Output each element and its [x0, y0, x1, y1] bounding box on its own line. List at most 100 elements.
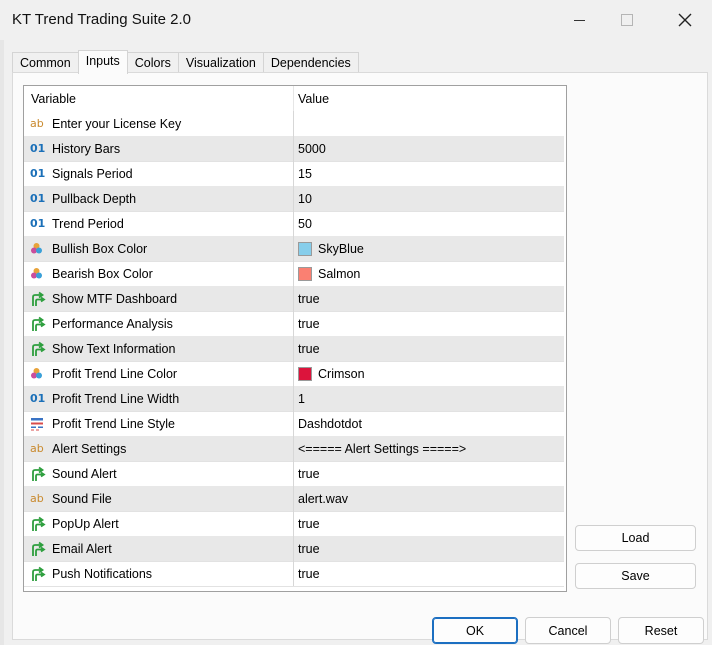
variable-cell[interactable]: ab Sound File — [24, 486, 294, 511]
variable-cell[interactable]: Profit Trend Line Style — [24, 411, 294, 436]
value-cell[interactable]: 5000 — [294, 136, 564, 161]
variable-cell[interactable]: 01 History Bars — [24, 136, 294, 161]
header-value[interactable]: Value — [294, 86, 564, 111]
linestyle-icon — [30, 417, 50, 431]
table-row[interactable]: Show Text Information true — [24, 336, 564, 362]
ok-button[interactable]: OK — [432, 617, 518, 644]
value-cell[interactable]: true — [294, 461, 564, 486]
tab-common[interactable]: Common — [12, 52, 79, 73]
table-row[interactable]: Profit Trend Line Color Crimson — [24, 361, 564, 387]
variable-label: Sound File — [52, 491, 112, 506]
load-button[interactable]: Load — [575, 525, 696, 551]
table-row[interactable]: Performance Analysis true — [24, 311, 564, 337]
value-cell[interactable]: alert.wav — [294, 486, 564, 511]
variable-cell[interactable]: Show Text Information — [24, 336, 294, 361]
value-cell[interactable]: 15 — [294, 161, 564, 186]
value-cell[interactable]: 10 — [294, 186, 564, 211]
bool-icon — [30, 541, 50, 557]
variable-cell[interactable]: 01 Signals Period — [24, 161, 294, 186]
variable-cell[interactable]: PopUp Alert — [24, 511, 294, 536]
table-row[interactable]: 01 Trend Period 50 — [24, 211, 564, 237]
tab-visualization[interactable]: Visualization — [177, 52, 264, 73]
reset-button[interactable]: Reset — [618, 617, 704, 644]
integer-icon: 01 — [30, 167, 46, 180]
value-cell[interactable]: 1 — [294, 386, 564, 411]
close-button[interactable] — [662, 6, 708, 34]
bool-icon — [30, 341, 50, 357]
header-variable[interactable]: Variable — [24, 86, 294, 111]
table-row[interactable]: 01 Profit Trend Line Width 1 — [24, 386, 564, 412]
variable-cell[interactable]: ab Enter your License Key — [24, 111, 294, 136]
variable-label: Sound Alert — [52, 466, 117, 481]
value-cell[interactable]: Salmon — [294, 261, 564, 286]
table-row[interactable]: PopUp Alert true — [24, 511, 564, 537]
table-header: Variable Value — [24, 86, 564, 111]
table-row[interactable]: ab Enter your License Key — [24, 111, 564, 137]
variable-cell[interactable]: Sound Alert — [24, 461, 294, 486]
value-cell[interactable]: Dashdotdot — [294, 411, 564, 436]
table-row[interactable]: 01 History Bars 5000 — [24, 136, 564, 162]
cancel-button[interactable]: Cancel — [525, 617, 611, 644]
value-cell[interactable]: true — [294, 536, 564, 561]
value-cell[interactable]: true — [294, 336, 564, 361]
color-icon — [30, 242, 50, 255]
table-row[interactable]: ab Alert Settings <===== Alert Settings ==… — [24, 436, 564, 462]
bool-icon — [30, 566, 50, 582]
background-window-edge — [0, 0, 4, 645]
table-row[interactable]: 01 Pullback Depth 10 — [24, 186, 564, 212]
variable-label: Push Notifications — [52, 566, 153, 581]
value-text: <===== Alert Settings =====> — [298, 441, 467, 456]
value-text: 1 — [298, 391, 305, 406]
minimize-button[interactable] — [556, 6, 602, 34]
integer-icon: 01 — [30, 217, 46, 230]
value-text: Salmon — [318, 266, 361, 281]
variable-cell[interactable]: Email Alert — [24, 536, 294, 561]
table-row[interactable]: Show MTF Dashboard true — [24, 286, 564, 312]
window-title: KT Trend Trading Suite 2.0 — [12, 11, 191, 28]
value-cell[interactable]: <===== Alert Settings =====> — [294, 436, 564, 461]
table-row[interactable]: 01 Signals Period 15 — [24, 161, 564, 187]
integer-icon: 01 — [30, 142, 46, 155]
value-cell[interactable] — [294, 111, 564, 136]
value-text: true — [298, 516, 320, 531]
tab-dependencies[interactable]: Dependencies — [262, 52, 359, 73]
variable-label: Bearish Box Color — [52, 266, 153, 281]
variable-cell[interactable]: 01 Trend Period — [24, 211, 294, 236]
variable-cell[interactable]: Performance Analysis — [24, 311, 294, 336]
color-swatch[interactable] — [298, 266, 312, 281]
tab-inputs[interactable]: Inputs — [77, 50, 128, 74]
variable-cell[interactable]: Push Notifications — [24, 561, 294, 586]
value-cell[interactable]: true — [294, 311, 564, 336]
value-cell[interactable]: true — [294, 286, 564, 311]
value-cell[interactable]: true — [294, 511, 564, 536]
variable-cell[interactable]: Show MTF Dashboard — [24, 286, 294, 311]
value-text: true — [298, 466, 320, 481]
value-cell[interactable]: true — [294, 561, 564, 586]
table-row[interactable]: Profit Trend Line Style Dashdotdot — [24, 411, 564, 437]
table-row[interactable]: Sound Alert true — [24, 461, 564, 487]
color-swatch[interactable] — [298, 366, 312, 381]
variable-label: Alert Settings — [52, 441, 127, 456]
table-row[interactable]: Bearish Box Color Salmon — [24, 261, 564, 287]
variable-label: Enter your License Key — [52, 116, 182, 131]
variable-cell[interactable]: ab Alert Settings — [24, 436, 294, 461]
table-row[interactable]: Push Notifications true — [24, 561, 564, 587]
variable-cell[interactable]: Bullish Box Color — [24, 236, 294, 261]
bool-icon — [30, 466, 50, 482]
table-row[interactable]: ab Sound File alert.wav — [24, 486, 564, 512]
value-text: SkyBlue — [318, 241, 364, 256]
value-cell[interactable]: 50 — [294, 211, 564, 236]
variable-cell[interactable]: Profit Trend Line Color — [24, 361, 294, 386]
color-swatch[interactable] — [298, 241, 312, 256]
tab-colors[interactable]: Colors — [126, 52, 179, 73]
table-row[interactable]: Email Alert true — [24, 536, 564, 562]
value-text: 10 — [298, 191, 312, 206]
variable-label: Performance Analysis — [52, 316, 173, 331]
variable-cell[interactable]: 01 Pullback Depth — [24, 186, 294, 211]
value-cell[interactable]: SkyBlue — [294, 236, 564, 261]
variable-cell[interactable]: 01 Profit Trend Line Width — [24, 386, 294, 411]
value-cell[interactable]: Crimson — [294, 361, 564, 386]
variable-cell[interactable]: Bearish Box Color — [24, 261, 294, 286]
table-row[interactable]: Bullish Box Color SkyBlue — [24, 236, 564, 262]
save-button[interactable]: Save — [575, 563, 696, 589]
